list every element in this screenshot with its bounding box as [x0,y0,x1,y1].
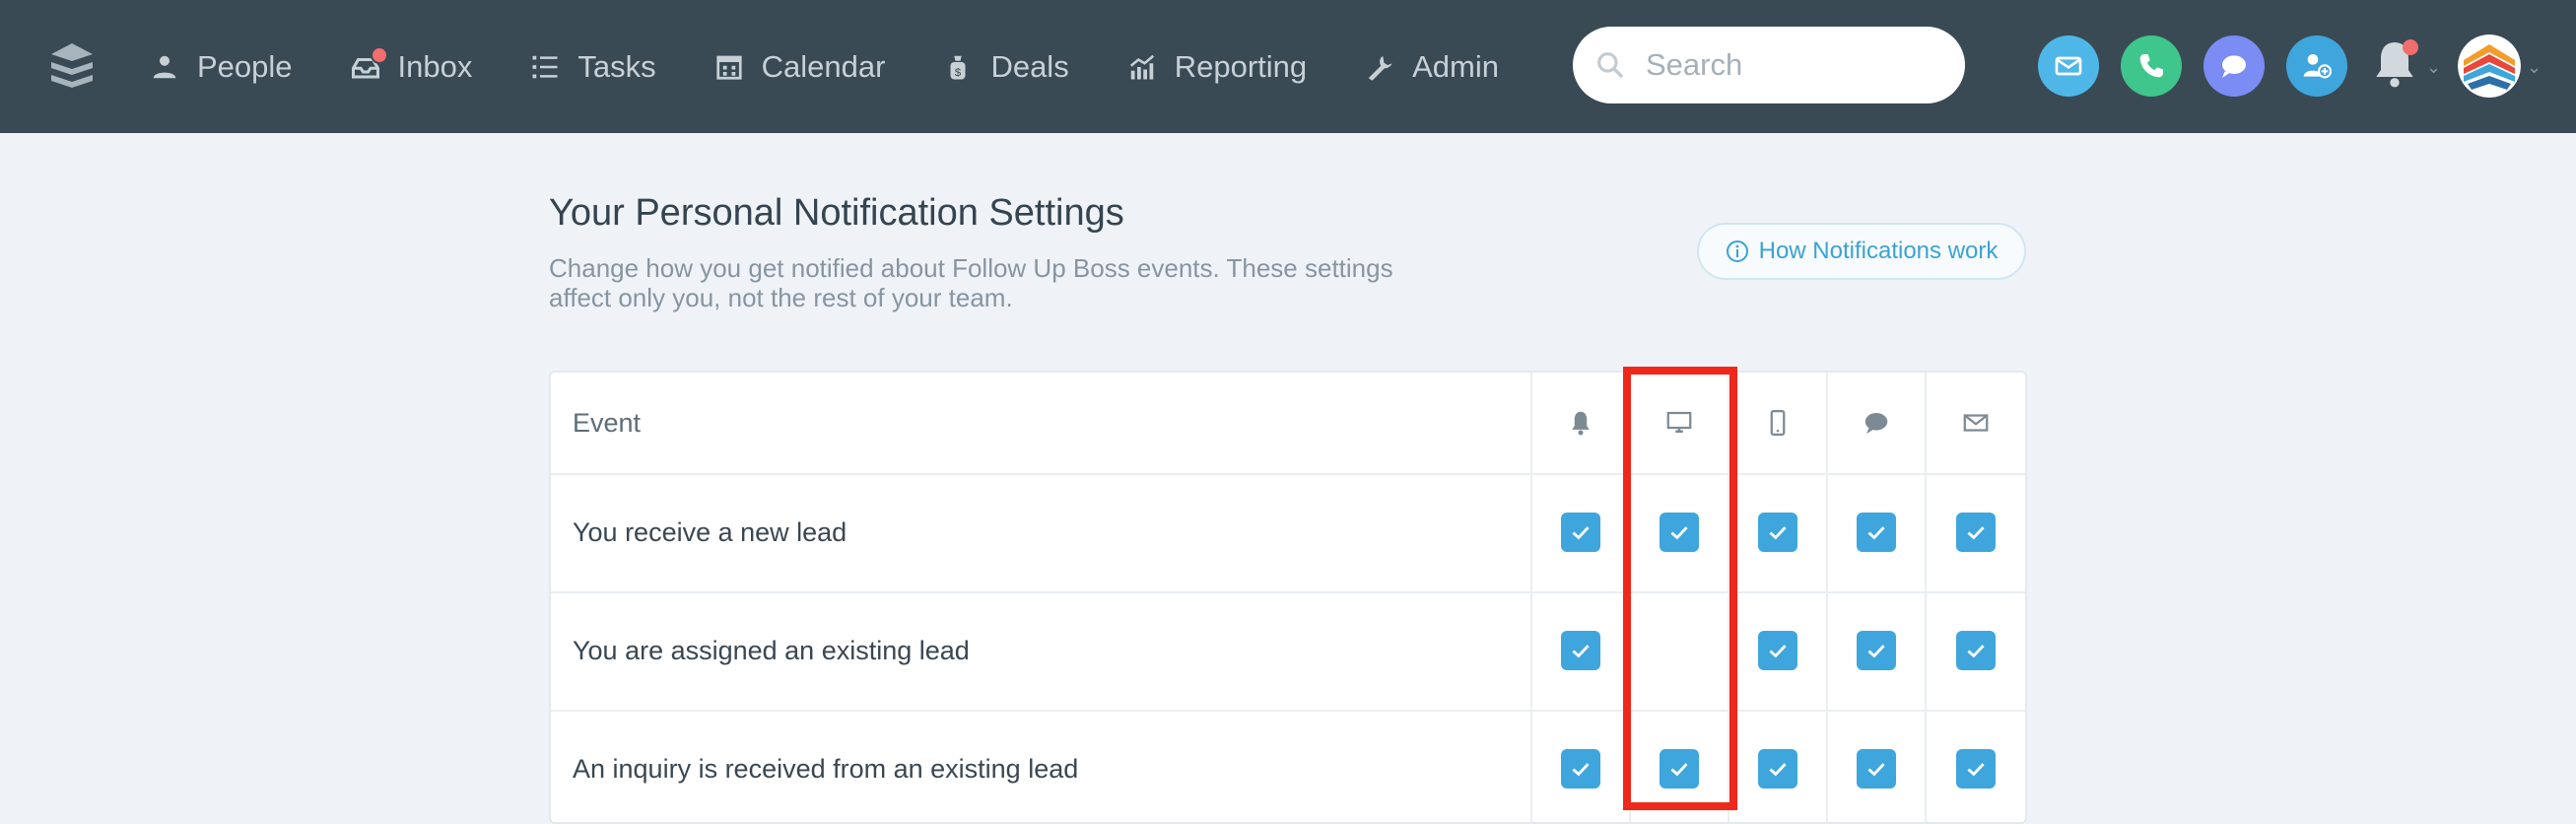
channel-header-chat [1828,373,1927,473]
event-label: You receive a new lead [551,473,1532,591]
table-row: An inquiry is received from an existing … [551,710,2025,822]
table-row: You are assigned an existing lead [551,591,2025,712]
checkbox-mobile[interactable] [1758,631,1797,670]
search-box[interactable] [1573,27,1965,103]
checkbox-chat[interactable] [1857,749,1896,789]
event-label: You are assigned an existing lead [551,591,1532,710]
call-button[interactable] [2121,35,2182,97]
channel-header-bell [1532,373,1631,473]
checkbox-email[interactable] [1956,749,1996,789]
nav-tasks[interactable]: Tasks [528,0,656,133]
table-row: You receive a new lead [551,473,2025,593]
person-icon [148,50,181,84]
add-contact-icon [2303,54,2333,79]
chevron-down-icon[interactable]: ⌄ [2426,57,2441,78]
nav-people-label: People [197,48,293,84]
how-notifications-work-button[interactable]: How Notifications work [1697,223,2026,280]
event-column-header: Event [551,373,1532,473]
tasks-list-icon [528,50,562,84]
chat-button[interactable] [2203,35,2265,97]
channel-header-email [1927,373,2025,473]
deals-bag-icon: $ [941,50,975,84]
checkbox-mobile[interactable] [1758,749,1797,789]
notification-settings-table: Event You receive a new lead You are ass… [549,371,2027,824]
checkbox-desktop[interactable] [1660,749,1699,789]
notifications-button[interactable] [2367,35,2426,95]
nav-deals-label: Deals [990,48,1069,84]
email-button[interactable] [2038,35,2099,97]
search-icon [1597,52,1624,79]
inbox-unread-badge [370,45,388,64]
nav-calendar-label: Calendar [761,48,886,84]
nav-inbox-label: Inbox [397,48,473,84]
email-icon [2055,56,2082,76]
chat-icon [2222,55,2246,78]
mobile-icon [1770,410,1786,436]
nav-reporting[interactable]: Reporting [1125,0,1307,133]
page-description: Change how you get notified about Follow… [549,253,1393,312]
how-notifications-work-label: How Notifications work [1758,238,1999,264]
checkbox-desktop[interactable] [1660,631,1699,670]
notification-badge [2403,39,2418,55]
nav-admin-label: Admin [1412,48,1499,84]
checkbox-bell[interactable] [1561,631,1600,670]
phone-icon [2139,54,2163,78]
nav-calendar[interactable]: Calendar [712,0,886,133]
checkbox-email[interactable] [1956,631,1996,670]
app-logo-icon[interactable] [47,39,97,89]
calendar-icon [712,50,746,84]
chevron-down-icon[interactable]: ⌄ [2527,57,2542,78]
main-nav: People Inbox Tasks Calendar $ Deals Repo… [148,0,1555,133]
checkbox-email[interactable] [1956,513,1996,552]
info-icon [1726,240,1748,262]
checkbox-chat[interactable] [1857,513,1896,552]
nav-reporting-label: Reporting [1174,48,1308,84]
nav-deals[interactable]: $ Deals [941,0,1069,133]
search-input[interactable] [1644,46,1943,84]
chat-bubble-icon [1864,413,1888,435]
envelope-icon [1963,414,1989,432]
desktop-icon [1666,411,1692,433]
avatar[interactable] [2458,34,2521,98]
event-label: An inquiry is received from an existing … [551,710,1532,822]
nav-tasks-label: Tasks [577,48,656,84]
svg-text:$: $ [955,66,962,78]
reporting-chart-icon [1125,50,1159,84]
checkbox-mobile[interactable] [1758,513,1797,552]
nav-inbox[interactable]: Inbox [349,0,473,133]
wrench-icon [1363,50,1396,84]
channel-header-desktop [1631,373,1729,473]
nav-admin[interactable]: Admin [1363,0,1499,133]
channel-header-mobile [1729,373,1828,473]
table-header-row: Event [551,373,2025,475]
nav-people[interactable]: People [148,0,293,133]
checkbox-chat[interactable] [1857,631,1896,670]
page-title: Your Personal Notification Settings [549,192,1124,234]
bell-icon [1572,411,1590,436]
checkbox-desktop[interactable] [1660,513,1699,552]
checkbox-bell[interactable] [1561,749,1600,789]
inbox-icon [349,45,388,84]
add-contact-button[interactable] [2286,35,2347,97]
top-nav: People Inbox Tasks Calendar $ Deals Repo… [0,0,2576,133]
checkbox-bell[interactable] [1561,513,1600,552]
